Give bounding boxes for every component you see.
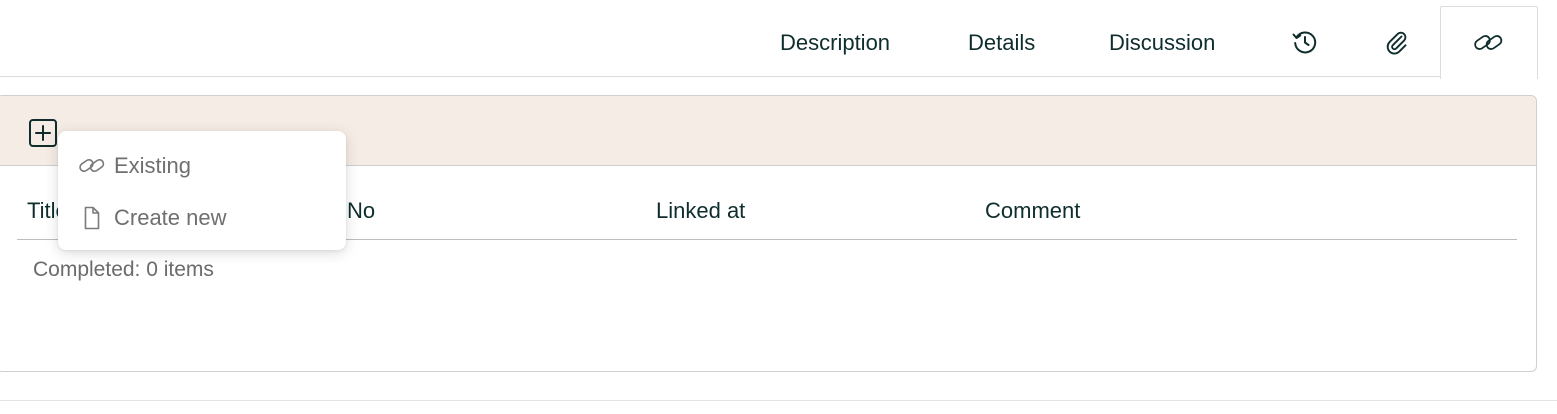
link-icon <box>1474 35 1503 50</box>
menu-item-label: Create new <box>114 205 227 230</box>
add-link-dropdown: Existing Create new <box>58 131 346 250</box>
document-icon <box>84 206 100 230</box>
menu-item-create-new[interactable]: Create new <box>58 196 346 240</box>
tab-discussion[interactable]: Discussion <box>1109 24 1215 62</box>
completed-count: Completed: 0 items <box>33 258 214 281</box>
tab-description[interactable]: Description <box>780 24 890 62</box>
link-icon <box>79 158 105 173</box>
add-link-button[interactable] <box>29 119 57 147</box>
menu-item-label: Existing <box>114 153 192 178</box>
tab-links[interactable] <box>1440 6 1538 79</box>
plus-square-icon <box>29 119 57 147</box>
menu-item-existing[interactable]: Existing <box>58 144 346 188</box>
linked-items-view: Description Details Discussion Title No … <box>0 0 1557 414</box>
tab-bar-divider <box>0 76 1440 77</box>
tab-bar: Description Details Discussion <box>0 0 1557 79</box>
column-header-linked-at[interactable]: Linked at <box>656 197 745 225</box>
tab-attachments[interactable] <box>1381 27 1411 57</box>
tab-history[interactable] <box>1290 27 1320 57</box>
column-header-no[interactable]: No <box>347 197 375 225</box>
history-icon <box>1292 31 1317 54</box>
paperclip-icon <box>1386 31 1407 55</box>
page-divider <box>0 400 1557 401</box>
tab-details[interactable]: Details <box>968 24 1035 62</box>
column-header-comment[interactable]: Comment <box>985 197 1080 225</box>
